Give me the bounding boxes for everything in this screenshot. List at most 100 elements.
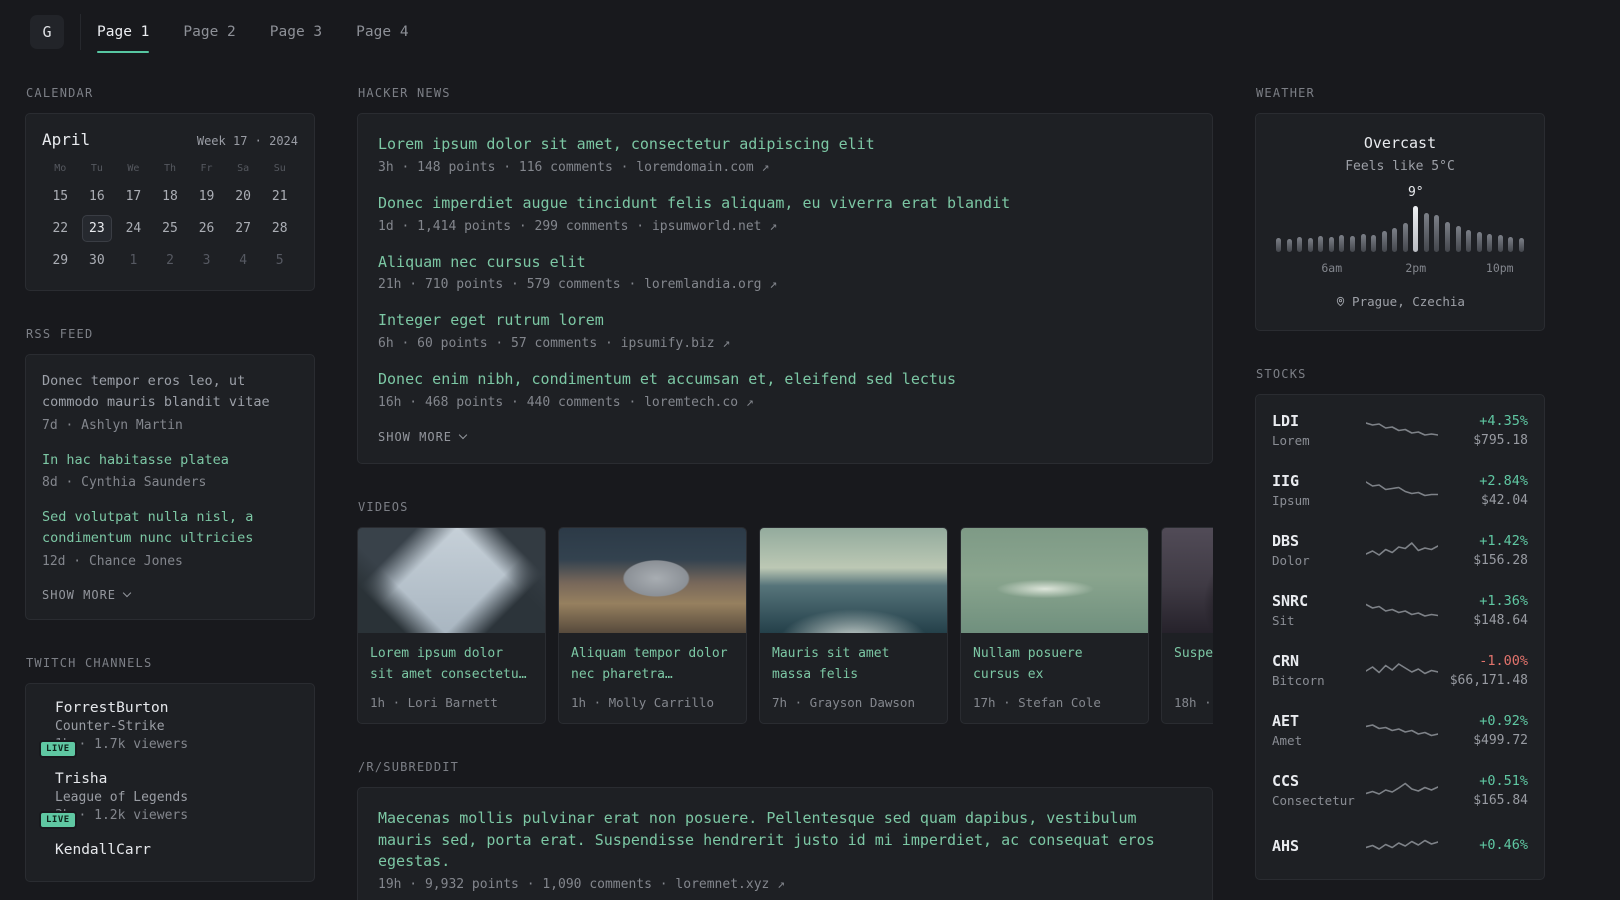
hackernews-widget: HACKER NEWS Lorem ipsum dolor sit amet, … — [357, 86, 1213, 464]
weather-bar — [1392, 228, 1398, 252]
stock-row[interactable]: LDI Lorem +4.35% $795.18 — [1272, 400, 1528, 460]
weather-widget: WEATHER Overcast Feels like 5°C 9° 6am 2p… — [1255, 86, 1545, 331]
story-domain-link[interactable]: loremdomain.com ↗ — [636, 160, 769, 175]
calendar-day: 30 — [89, 253, 105, 268]
channel-game: Counter-Strike — [55, 718, 165, 734]
story-title-link[interactable]: Integer eget rutrum lorem — [378, 310, 1192, 332]
stock-values: +1.36% $148.64 — [1438, 593, 1528, 628]
chevron-down-icon — [122, 588, 132, 598]
calendar-day: 26 — [198, 221, 215, 236]
rss-item-title-link[interactable]: Sed volutpat nulla nisl, a condimentum n… — [42, 507, 298, 550]
right-column: WEATHER Overcast Feels like 5°C 9° 6am 2p… — [1255, 86, 1545, 900]
videos-section-title: VIDEOS — [358, 499, 409, 514]
stock-id: CRN Bitcorn — [1272, 652, 1366, 688]
video-title: Aliquam tempor dolor nec pharetra… — [571, 645, 728, 682]
tab-page-1[interactable]: Page 1 — [97, 0, 150, 64]
stock-name: Lorem — [1272, 433, 1310, 448]
stock-row[interactable]: CRN Bitcorn -1.00% $66,171.48 — [1272, 640, 1528, 700]
story: Lorem ipsum dolor sit amet, consectetur … — [378, 134, 1192, 175]
post-meta: 19h · 9,932 points · 1,090 comments · lo… — [378, 877, 1192, 892]
story-stats: 16h · 468 points · 440 comments · — [378, 394, 637, 410]
post-title-link[interactable]: Maecenas mollis pulvinar erat non posuer… — [378, 808, 1192, 873]
location-pin-icon — [1336, 296, 1345, 307]
stock-name: Dolor — [1272, 553, 1310, 568]
page-tabs: Page 1 Page 2 Page 3 Page 4 — [97, 0, 443, 64]
story-meta: 6h · 60 points · 57 comments · ipsumify.… — [378, 336, 1192, 351]
stock-name: Consectetur — [1272, 793, 1355, 808]
weather-bar — [1497, 235, 1503, 252]
stock-change: +0.92% — [1479, 712, 1528, 729]
story-title-link[interactable]: Aliquam nec cursus elit — [378, 252, 1192, 274]
weather-bar — [1466, 230, 1472, 252]
weather-bar — [1487, 234, 1493, 252]
stock-ticker: CCS — [1272, 772, 1300, 790]
video-thumbnail — [358, 527, 545, 633]
story: Donec enim nibh, condimentum et accumsan… — [378, 369, 1192, 410]
twitch-channel[interactable]: KendallCarr — [42, 842, 298, 858]
weather-bar — [1518, 238, 1524, 252]
story-stats: 1d · 1,414 points · 299 comments · — [378, 218, 645, 234]
story-title-link[interactable]: Lorem ipsum dolor sit amet, consectetur … — [378, 134, 1192, 156]
story: Aliquam nec cursus elit 21h · 710 points… — [378, 252, 1192, 293]
weather-bar-current: 9° — [1408, 185, 1424, 252]
calendar-day-next-month: 1 — [129, 253, 138, 268]
video-meta: 1h · Lori Barnett — [370, 694, 498, 710]
story-domain-link[interactable]: ipsumworld.net ↗ — [652, 219, 777, 234]
story-domain-link[interactable]: loremlandia.org ↗ — [644, 277, 777, 292]
video-thumbnail — [559, 527, 746, 633]
topbar-divider — [80, 14, 81, 50]
stock-row[interactable]: DBS Dolor +1.42% $156.28 — [1272, 520, 1528, 580]
stock-sparkline — [1366, 775, 1438, 805]
tab-page-4[interactable]: Page 4 — [356, 0, 408, 64]
story-meta: 21h · 710 points · 579 comments · loreml… — [378, 277, 1192, 292]
weather-condition: Overcast — [1363, 134, 1437, 152]
post-domain-link[interactable]: loremnet.xyz ↗ — [675, 877, 785, 892]
tab-page-2[interactable]: Page 2 — [183, 0, 235, 64]
twitch-channel[interactable]: LIVE Trisha League of Legends 3h · 1.2k … — [39, 771, 298, 829]
twitch-channel[interactable]: LIVE ForrestBurton Counter-Strike 1h · 1… — [39, 699, 298, 758]
stock-row[interactable]: CCS Consectetur +0.51% $165.84 — [1272, 760, 1528, 820]
story-meta: 3h · 148 points · 116 comments · loremdo… — [378, 160, 1192, 175]
video-card[interactable]: Suspendisse diam 18h · Tara — [1161, 526, 1213, 724]
story-title-link[interactable]: Donec enim nibh, condimentum et accumsan… — [378, 369, 1192, 391]
calendar-day: 29 — [52, 253, 69, 268]
reddit-post: Maecenas mollis pulvinar erat non posuer… — [378, 808, 1192, 892]
rss-item-title-link[interactable]: In hac habitasse platea — [42, 450, 298, 471]
show-more-label: SHOW MORE — [42, 587, 117, 602]
stock-row[interactable]: SNRC Sit +1.36% $148.64 — [1272, 580, 1528, 640]
calendar-day-next-month: 3 — [202, 253, 211, 268]
video-card[interactable]: Lorem ipsum dolor sit amet consectetu… 1… — [357, 526, 546, 724]
story-domain-link[interactable]: loremtech.co ↗ — [644, 395, 754, 410]
stock-row[interactable]: IIG Ipsum +2.84% $42.04 — [1272, 460, 1528, 520]
twitch-section-title: TWITCH CHANNELS — [26, 655, 153, 670]
video-card[interactable]: Nullam posuere cursus ex 17h · Stefan Co… — [960, 526, 1149, 724]
rss-show-more-button[interactable]: SHOW MORE — [42, 587, 132, 602]
story-title-link[interactable]: Donec imperdiet augue tincidunt felis al… — [378, 193, 1192, 215]
video-card[interactable]: Aliquam tempor dolor nec pharetra… 1h · … — [558, 526, 747, 724]
stock-change: +1.36% — [1479, 592, 1528, 609]
weather-bar — [1360, 234, 1366, 252]
weather-time-label: 6am — [1321, 261, 1343, 275]
story-domain-link[interactable]: ipsumify.biz ↗ — [621, 336, 731, 351]
app-logo[interactable]: G — [30, 15, 64, 49]
video-thumbnail — [961, 527, 1148, 633]
video-meta: 17h · Stefan Cole — [973, 694, 1101, 710]
calendar-widget: CALENDAR April Week 17 · 2024 Mo Tu We T… — [25, 86, 315, 291]
hackernews-show-more-button[interactable]: SHOW MORE — [378, 430, 468, 444]
video-meta: 18h · Tara — [1174, 694, 1213, 710]
video-card[interactable]: Mauris sit amet massa felis 7h · Grayson… — [759, 526, 948, 724]
subreddit-section-title: /R/SUBREDDIT — [358, 759, 460, 774]
current-temp-label: 9° — [1407, 185, 1424, 200]
stock-sparkline — [1366, 832, 1438, 862]
calendar-day: 15 — [52, 189, 69, 204]
rss-item: In hac habitasse platea 8d · Cynthia Sau… — [42, 450, 298, 490]
stock-row[interactable]: AET Amet +0.92% $499.72 — [1272, 700, 1528, 760]
rss-item-title-link[interactable]: Donec tempor eros leo, ut commodo mauris… — [42, 371, 298, 414]
channel-name: ForrestBurton — [55, 699, 169, 716]
video-thumbnail — [1162, 527, 1213, 633]
tab-page-3[interactable]: Page 3 — [270, 0, 322, 64]
stock-row[interactable]: AHS +0.46% — [1272, 820, 1528, 874]
stock-ticker: IIG — [1272, 472, 1300, 490]
stocks-widget: STOCKS LDI Lorem +4.35% $795.18 IIG Ipsu… — [1255, 367, 1545, 880]
left-column: CALENDAR April Week 17 · 2024 Mo Tu We T… — [25, 86, 315, 900]
